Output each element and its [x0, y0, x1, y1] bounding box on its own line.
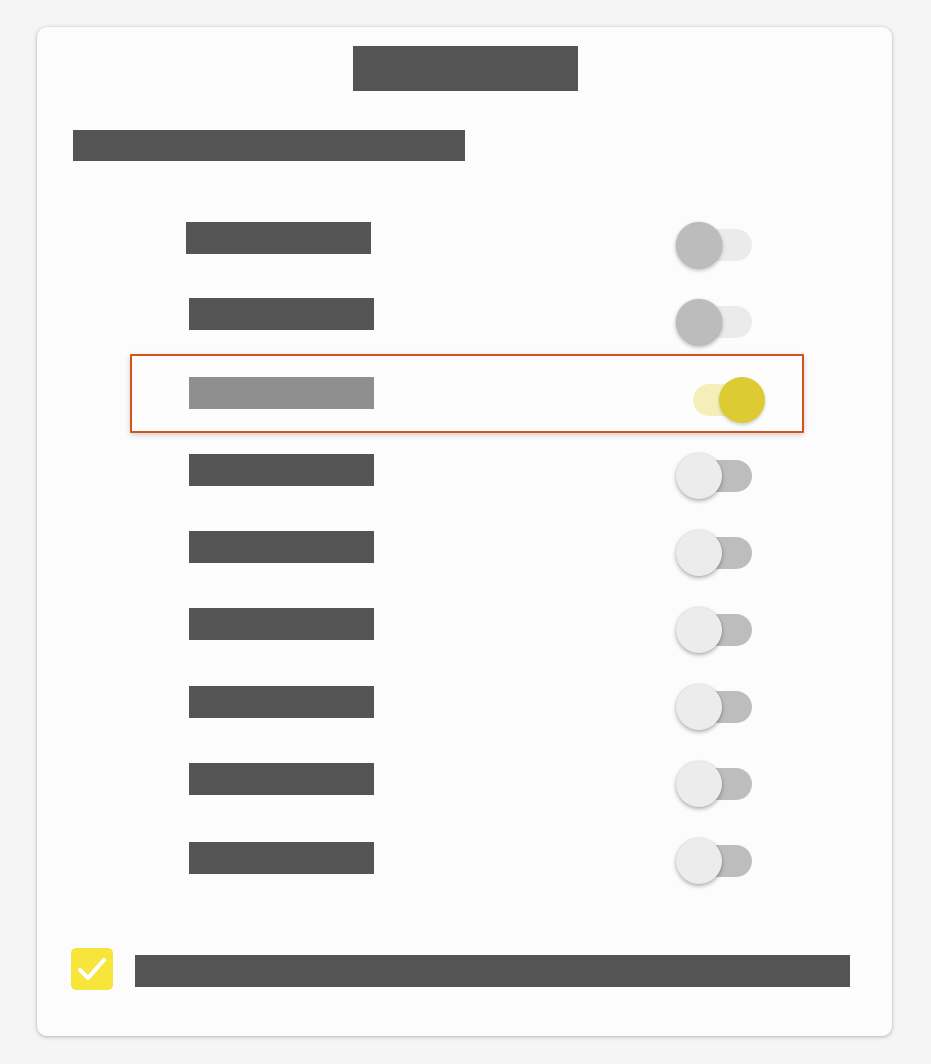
- row-4-toggle[interactable]: [676, 444, 756, 499]
- row-6-label: [189, 608, 374, 640]
- toggle-thumb: [676, 838, 722, 884]
- settings-dialog: [37, 27, 892, 1036]
- footer-checkbox[interactable]: [71, 948, 113, 990]
- check-icon: [78, 958, 106, 980]
- row-9-label: [189, 842, 374, 874]
- row-8-label: [189, 763, 374, 795]
- row-3-toggle[interactable]: [673, 368, 765, 423]
- toggle-thumb: [676, 453, 722, 499]
- row-4-label: [189, 454, 374, 486]
- row-9-toggle[interactable]: [676, 829, 756, 884]
- row-2-toggle[interactable]: [676, 290, 756, 345]
- row-5-toggle[interactable]: [676, 521, 756, 576]
- toggle-thumb: [676, 761, 722, 807]
- footer-checkbox-label: [135, 955, 850, 987]
- toggle-thumb: [719, 377, 765, 423]
- row-7-toggle[interactable]: [676, 675, 756, 730]
- row-2-label: [189, 298, 374, 330]
- row-7-label: [189, 686, 374, 718]
- row-6-toggle[interactable]: [676, 598, 756, 653]
- toggle-thumb: [676, 222, 722, 268]
- toggle-thumb: [676, 684, 722, 730]
- row-8-toggle[interactable]: [676, 752, 756, 807]
- row-1-label: [186, 222, 371, 254]
- row-3-label: [189, 377, 374, 409]
- toggle-thumb: [676, 607, 722, 653]
- toggle-thumb: [676, 530, 722, 576]
- toggle-thumb: [676, 299, 722, 345]
- row-5-label: [189, 531, 374, 563]
- row-1-toggle[interactable]: [676, 213, 756, 268]
- dialog-subtitle: [73, 130, 465, 161]
- dialog-title: [353, 46, 578, 91]
